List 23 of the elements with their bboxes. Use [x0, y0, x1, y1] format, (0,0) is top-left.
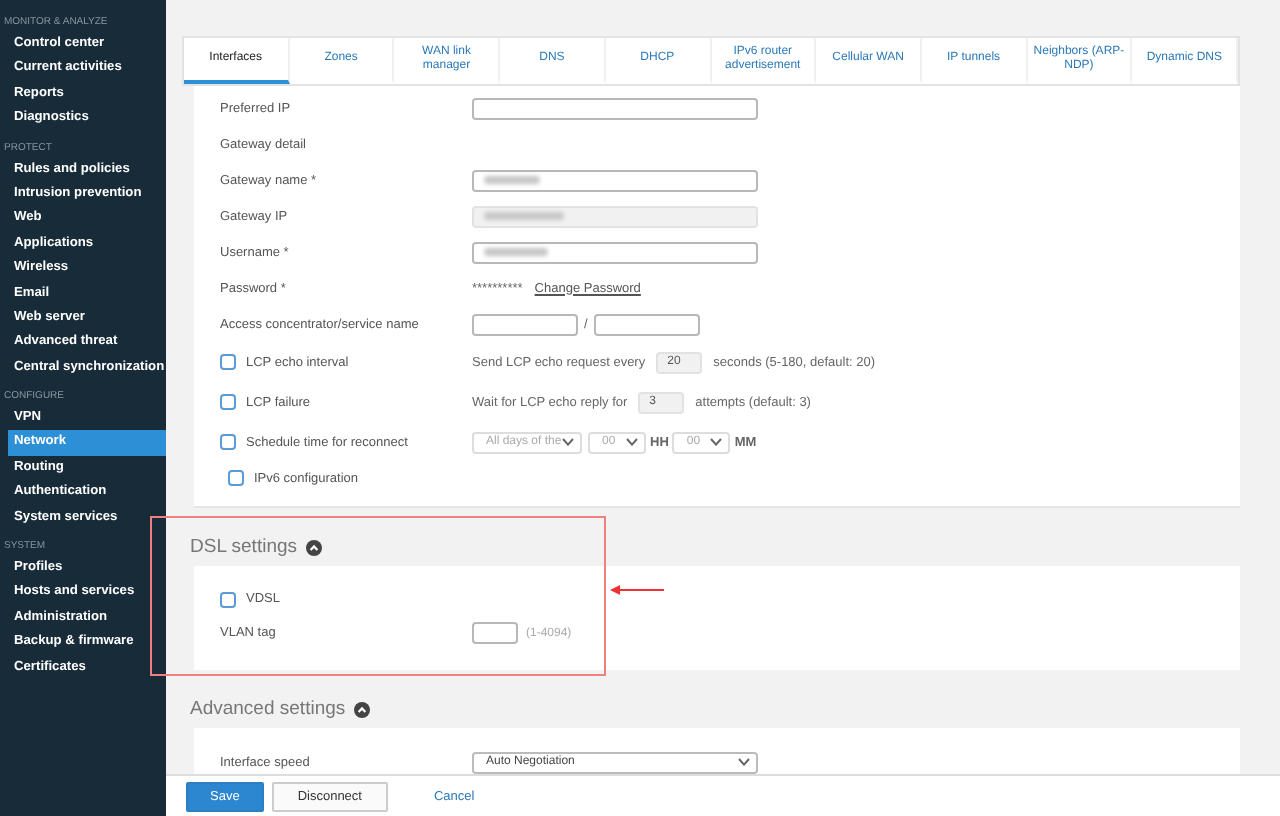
section-title: Advanced settings [190, 698, 346, 720]
caret-icon [626, 438, 638, 446]
text-field[interactable] [472, 241, 758, 263]
chevron-icon[interactable] [305, 539, 322, 555]
text-field[interactable] [472, 97, 758, 119]
redacted-value-icon [484, 248, 548, 256]
chevron-icon[interactable] [353, 701, 370, 717]
checkbox[interactable] [220, 394, 236, 410]
caret-icon [710, 438, 723, 446]
redacted-value-icon [484, 212, 564, 220]
checkbox[interactable] [228, 470, 244, 486]
checkbox[interactable] [220, 354, 236, 370]
text-field[interactable] [593, 313, 700, 335]
caret-icon [738, 758, 750, 766]
arrow-icon [610, 584, 666, 596]
redacted-value-icon [484, 176, 540, 184]
text-field[interactable] [472, 622, 518, 644]
section-title: DSL settings [190, 536, 298, 558]
caret-icon [562, 438, 574, 446]
checkbox[interactable] [220, 434, 236, 450]
text-field[interactable] [472, 169, 758, 191]
checkbox[interactable] [220, 591, 236, 607]
text-field[interactable] [472, 313, 578, 335]
